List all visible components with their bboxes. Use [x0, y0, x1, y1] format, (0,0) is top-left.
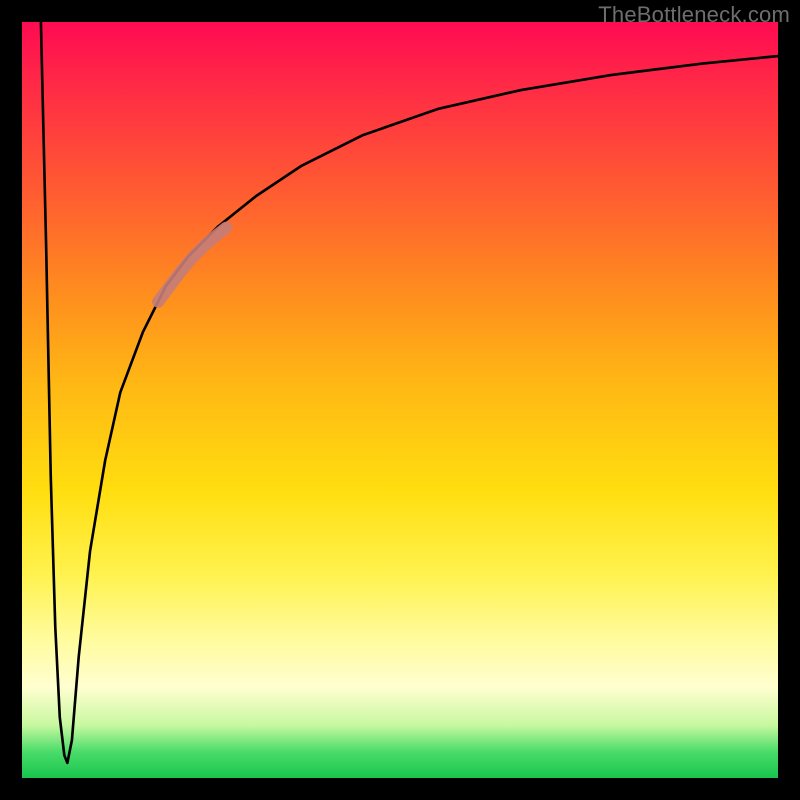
curve-path [41, 22, 778, 763]
highlight-path [158, 228, 226, 302]
watermark-text: TheBottleneck.com [598, 2, 790, 28]
chart-container: TheBottleneck.com [0, 0, 800, 800]
curve-layer [22, 22, 778, 778]
